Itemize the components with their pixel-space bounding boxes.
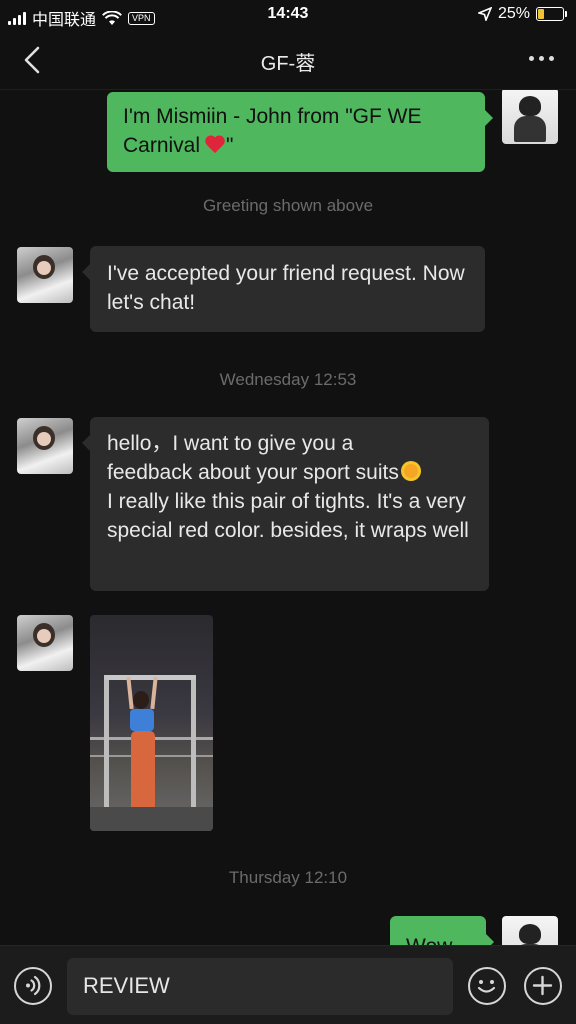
contact-avatar[interactable] <box>17 247 73 303</box>
location-arrow-icon <box>477 7 492 21</box>
input-bar: REVIEW <box>0 945 576 1024</box>
message-input[interactable]: REVIEW <box>67 958 453 1015</box>
system-notice: Greeting shown above <box>202 196 374 215</box>
sun-emoji-icon <box>399 459 423 483</box>
more-functions-button[interactable] <box>524 967 562 1005</box>
message-bubble-received[interactable]: hello，I want to give you a feedback abou… <box>82 417 489 591</box>
contact-avatar[interactable] <box>17 418 73 474</box>
photo-tights <box>131 731 155 811</box>
message-text-tail: " <box>226 134 234 157</box>
photo-head <box>133 691 149 709</box>
contact-avatar[interactable] <box>17 615 73 671</box>
message-line: I really like this pair of tights. It's … <box>107 490 469 542</box>
my-avatar[interactable] <box>502 90 558 144</box>
status-right: 25% <box>477 5 567 23</box>
smiley-icon <box>477 980 496 993</box>
my-avatar[interactable] <box>502 916 558 945</box>
photo-floor <box>90 807 213 831</box>
photo-message[interactable] <box>90 615 213 831</box>
timestamp: Thursday 12:10 <box>228 868 348 887</box>
chat-title: GF-蓉 <box>260 53 316 75</box>
photo-post <box>191 675 196 825</box>
battery-percent: 25% <box>497 5 530 22</box>
plus-icon <box>532 975 553 996</box>
message-bubble-received[interactable]: I've accepted your friend request. Now l… <box>82 246 485 332</box>
battery-fill <box>538 9 544 19</box>
timestamp: Wednesday 12:53 <box>219 370 357 389</box>
voice-icon <box>26 975 41 996</box>
emoji-button[interactable] <box>468 967 506 1005</box>
message-line: feedback about your sport suits <box>107 461 399 484</box>
red-heart-emoji-icon <box>204 135 226 155</box>
photo-arm <box>126 676 134 710</box>
chat-header: GF-蓉 <box>0 30 576 90</box>
voice-input-button[interactable] <box>14 967 52 1005</box>
message-bubble-sent[interactable]: I'm Mismiin - John from "GF WE Carnival " <box>107 92 493 172</box>
message-list[interactable]: I'm Mismiin - John from "GF WE Carnival "… <box>0 90 576 945</box>
photo-arm <box>150 676 158 710</box>
more-options-icon[interactable] <box>529 56 554 61</box>
photo-pullup-bar <box>104 675 196 680</box>
message-text: I'm Mismiin - John from "GF WE Carnival <box>123 105 422 157</box>
photo-post <box>104 675 109 825</box>
battery-icon <box>536 7 567 21</box>
status-bar: 中国联通 VPN 14:43 25% <box>0 0 576 30</box>
message-line: hello，I want to give you a <box>107 432 354 455</box>
photo-sports-top <box>130 709 154 731</box>
message-bubble-sent[interactable]: Wow <box>390 916 494 945</box>
